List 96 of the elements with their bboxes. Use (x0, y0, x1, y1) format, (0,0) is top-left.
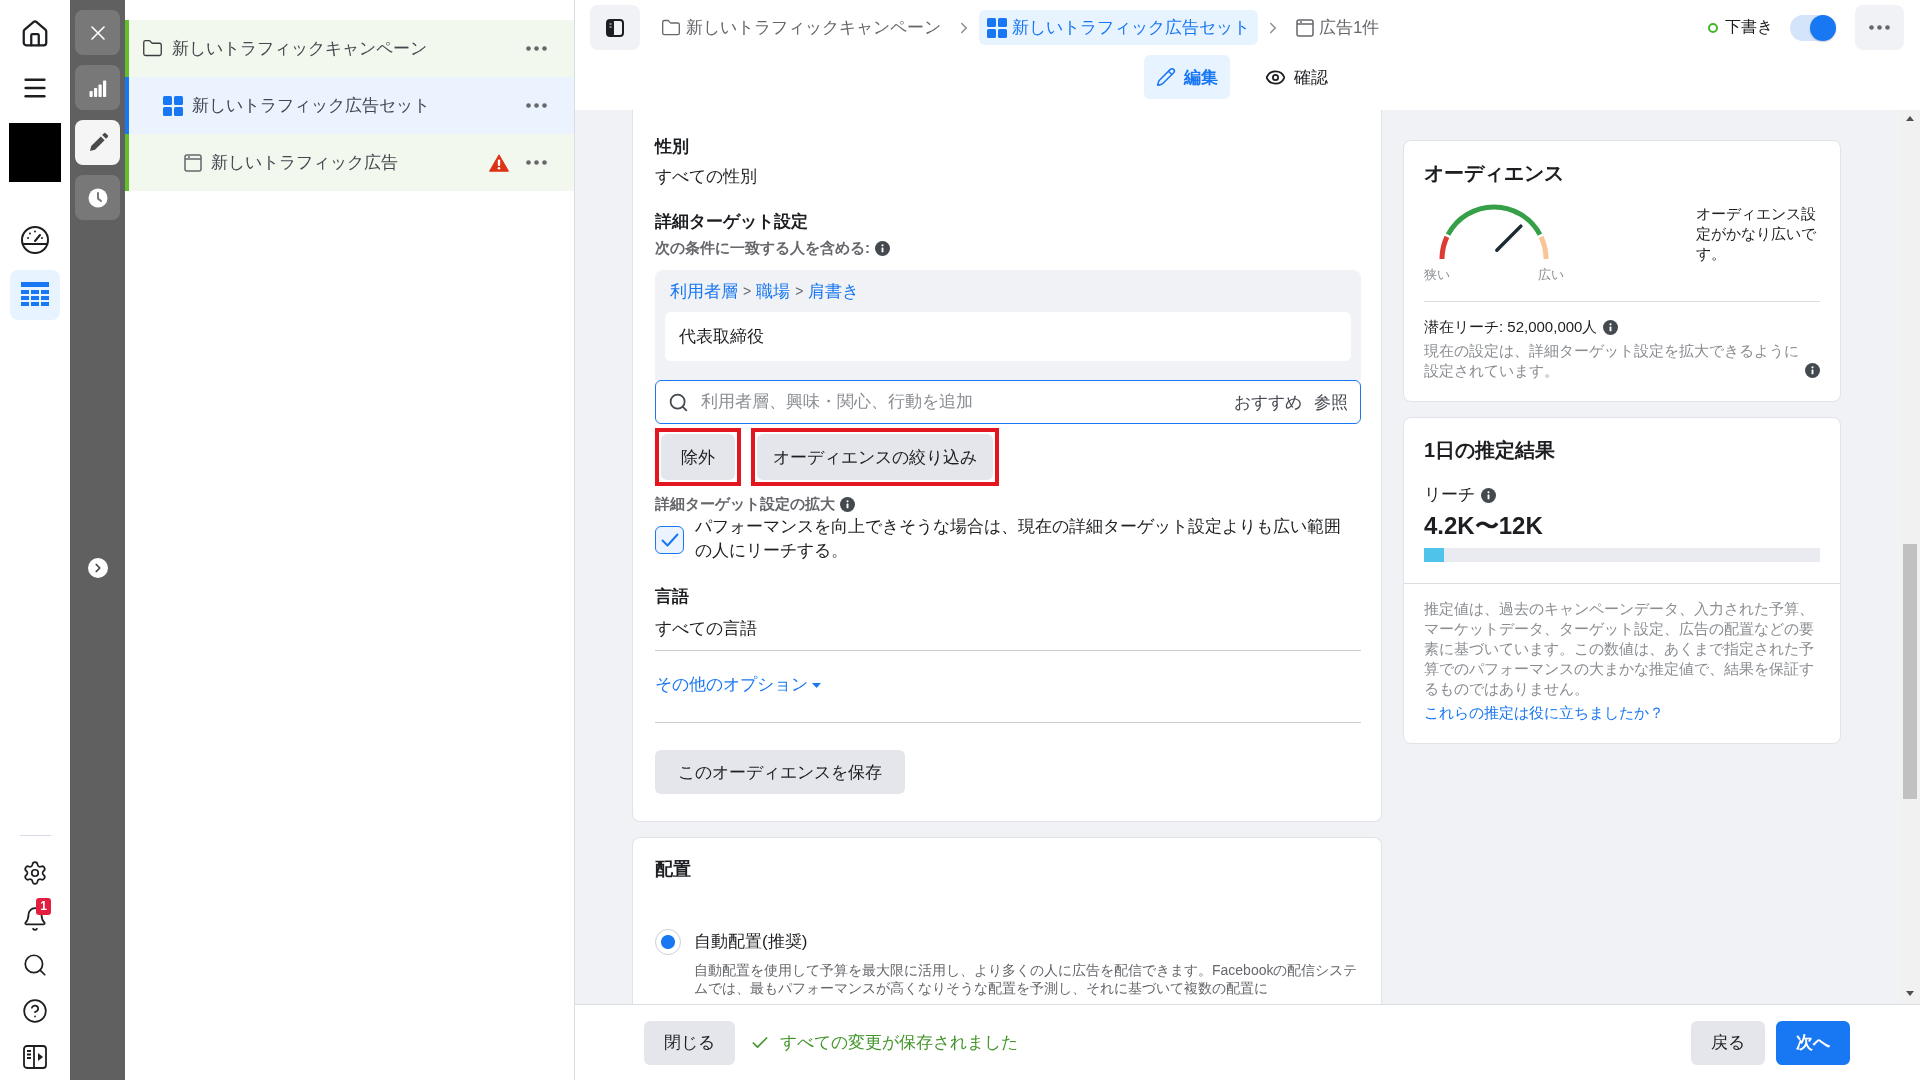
search-action-link[interactable]: 参照 (1314, 390, 1348, 414)
tree-item-label: 新しいトラフィックキャンペーン (172, 38, 427, 60)
tool-tab[interactable] (75, 175, 120, 220)
sidebar-toggle-button[interactable] (590, 5, 640, 50)
search-field[interactable]: 利用者層、興味・関心、行動を追加 おすすめ 参照 (655, 380, 1361, 424)
folder-icon (661, 17, 681, 38)
language-label: 言語 (655, 586, 690, 608)
card-title: 1日の推定結果 (1424, 438, 1557, 463)
tree-item[interactable]: 新しいトラフィック広告 (125, 134, 574, 191)
radio-button[interactable] (655, 929, 681, 955)
close-button[interactable]: 閉じる (644, 1020, 735, 1065)
path-separator: > (743, 283, 752, 299)
view-tab[interactable]: 確認 (1252, 55, 1340, 99)
tool-tab[interactable] (75, 65, 120, 110)
panel-expand-icon[interactable] (22, 1044, 48, 1070)
search-icon[interactable] (22, 952, 48, 978)
blacked-out-image (9, 123, 61, 182)
more-icon[interactable] (526, 160, 547, 165)
scroll-down-icon[interactable] (1906, 991, 1914, 996)
reach-label: リーチ (1424, 484, 1475, 506)
more-options-link[interactable]: その他のオプション (655, 673, 821, 697)
gender-label: 性別 (655, 136, 690, 158)
clock-icon (87, 187, 108, 208)
close-button[interactable] (75, 10, 120, 55)
status-ring-icon (1708, 22, 1718, 33)
checkbox[interactable] (655, 526, 684, 554)
breadcrumb-link[interactable]: 新しいトラフィック広告セット (979, 10, 1258, 45)
home-icon[interactable] (20, 19, 50, 49)
expansion-label: 詳細ターゲット設定の拡大 (655, 494, 835, 514)
tree-item[interactable]: 新しいトラフィック広告セット (125, 77, 574, 134)
scroll-up-icon[interactable] (1906, 116, 1914, 121)
detailed-targeting-label: 詳細ターゲット設定 (655, 211, 809, 233)
targeting-button[interactable]: 除外 (661, 434, 735, 480)
info-icon (1805, 363, 1820, 378)
help-icon[interactable] (22, 998, 48, 1024)
status-label: 下書き (1725, 17, 1773, 37)
category-link[interactable]: 利用者層 (670, 279, 738, 303)
targeting-chip[interactable]: 代表取締役 (665, 312, 1351, 361)
search-icon (668, 391, 689, 413)
gauge-icon[interactable] (20, 225, 50, 255)
folder-icon (142, 38, 163, 59)
more-icon[interactable] (526, 46, 547, 51)
saved-status: すべての変更が保存されました (780, 1032, 1018, 1054)
feedback-link[interactable]: これらの推定は役に立ちましたか？ (1424, 703, 1664, 723)
category-link[interactable]: 職場 (756, 279, 791, 303)
caret-down-icon (812, 682, 821, 688)
include-label: 次の条件に一致する人を含める: (655, 238, 870, 258)
next-button[interactable]: 次へ (1776, 1020, 1850, 1065)
potential-reach: 潜在リーチ: 52,000,000人 (1424, 317, 1598, 337)
grid-icon (163, 95, 183, 116)
back-button[interactable]: 戻る (1691, 1020, 1765, 1065)
reach-value: 4.2K〜12K (1424, 512, 1544, 540)
tree-item-label: 新しいトラフィック広告 (211, 152, 398, 174)
audience-verdict: オーディエンス設定がかなり広いです。 (1696, 204, 1817, 264)
scrollbar[interactable] (1900, 110, 1920, 1004)
toggle-switch[interactable] (1790, 14, 1836, 41)
card-title: オーディエンス (1424, 161, 1565, 186)
view-tab[interactable]: 編集 (1143, 55, 1230, 99)
more-icon (1869, 25, 1890, 30)
more-icon[interactable] (526, 103, 547, 108)
path-separator: > (795, 283, 804, 299)
scrollbar-thumb[interactable] (1903, 544, 1917, 799)
reach-note: 現在の設定は、詳細ターゲット設定を拡大できるように設定されています。 (1424, 341, 1799, 381)
expand-button[interactable] (87, 558, 108, 578)
nav-button[interactable] (10, 270, 60, 320)
grid-icon (987, 17, 1007, 38)
table-icon[interactable] (21, 282, 49, 308)
gender-value: すべての性別 (655, 166, 758, 188)
info-icon (1481, 487, 1496, 503)
tool-tab[interactable] (75, 120, 120, 165)
language-field[interactable]: すべての言語 (655, 617, 1361, 651)
ad-frame-icon (184, 153, 202, 172)
tree-item[interactable]: 新しいトラフィックキャンペーン (125, 20, 574, 77)
option-label: 自動配置(推奨) (694, 931, 809, 953)
search-action-link[interactable]: おすすめ (1234, 390, 1302, 414)
pencil-icon (1155, 67, 1176, 87)
info-icon (875, 240, 890, 256)
placement-title: 配置 (655, 858, 692, 881)
gauge-min-label: 狭い (1424, 267, 1450, 283)
expansion-text: パフォーマンスを向上できそうな場合は、現在の詳細ターゲット設定よりも広い範囲の人にリーチする。 (695, 516, 1342, 562)
settings-icon[interactable] (22, 860, 48, 886)
checkmark-icon (660, 533, 679, 547)
breadcrumb-link[interactable]: 新しいトラフィックキャンペーン (653, 10, 949, 45)
estimate-disclaimer: 推定値は、過去のキャンペーンデータ、入力された予算、マーケットデータ、ターゲット設定、広告の配置などの要素に基づいています。この数値は、あくまで指定された予算でのパフォーマンスの大まかな推定値で、結果を保証するものではありません。 (1424, 599, 1815, 699)
info-icon (1603, 319, 1619, 335)
tree-item-label: 新しいトラフィック広告セット (192, 95, 430, 117)
targeting-button[interactable]: オーディエンスの絞り込み (757, 434, 993, 480)
gauge-max-label: 広い (1538, 267, 1564, 283)
category-link[interactable]: 肩書き (808, 279, 860, 303)
info-icon (840, 496, 855, 512)
save-audience-button[interactable]: このオーディエンスを保存 (655, 750, 905, 794)
notification-badge: 1 (36, 898, 51, 915)
ad-frame-icon (1296, 18, 1314, 37)
option-description: 自動配置を使用して予算を最大限に活用し、より多くの人に広告を配信できます。Facebookの配信システムでは、最もパフォーマンスが高くなりそうな配置を予測し、それに基づいて複数の配置に (694, 961, 1359, 997)
breadcrumb-link[interactable]: 広告1件 (1288, 10, 1388, 45)
sidebar-icon (606, 18, 624, 37)
